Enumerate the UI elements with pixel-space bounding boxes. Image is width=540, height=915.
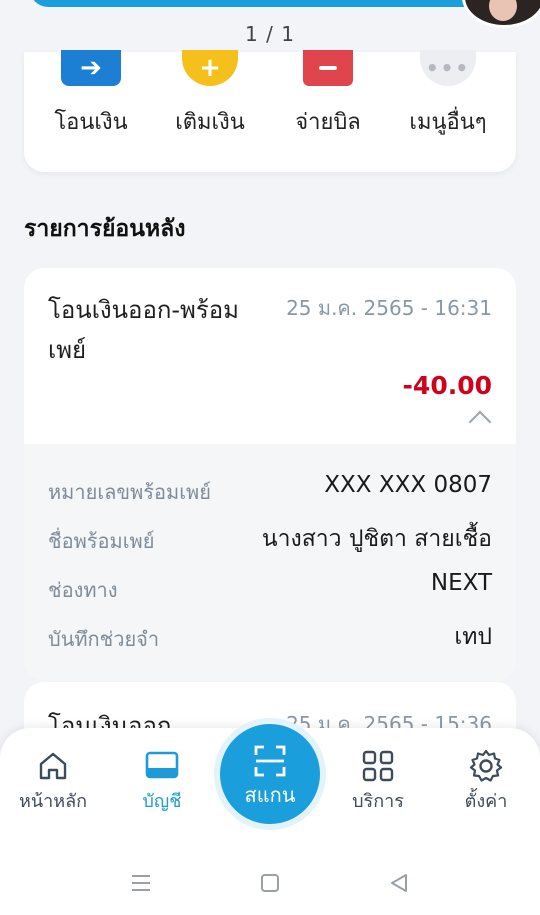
card-pager: 1 / 1 <box>245 22 295 46</box>
nav-item-home[interactable]: หน้าหลัก <box>8 728 98 828</box>
gear-icon <box>469 749 503 782</box>
detail-value: XXX XXX 0807 <box>324 472 492 498</box>
bottom-nav: หน้าหลัก บัญชี สแกน บริการ ตั้งค่า <box>0 718 540 838</box>
transaction-amount: -40.00 <box>402 371 492 400</box>
detail-value: นางสาว ปูชิตา สายเชื้อ <box>261 526 492 552</box>
history-section-title: รายการย้อนหลัง <box>24 216 186 242</box>
nav-label: ตั้งค่า <box>464 791 508 812</box>
detail-label: ช่องทาง <box>48 578 118 602</box>
nav-label: บัญชี <box>142 791 182 812</box>
detail-value: NEXT <box>430 570 492 596</box>
account-icon <box>145 751 179 779</box>
services-grid-icon <box>362 750 394 782</box>
quick-action-label: เมนูอื่นๆ <box>409 110 487 135</box>
quick-action-bill[interactable]: จ่ายบิล <box>273 50 383 172</box>
detail-value: เทป <box>454 624 492 650</box>
quick-action-label: เติมเงิน <box>175 110 245 135</box>
nav-label: บริการ <box>352 791 404 812</box>
quick-action-transfer[interactable]: ➔ โอนเงิน <box>36 50 146 172</box>
detail-label: ชื่อพร้อมเพย์ <box>48 529 155 553</box>
back-icon[interactable] <box>379 868 419 898</box>
recent-apps-icon[interactable] <box>121 868 161 898</box>
topup-plus-icon: + <box>182 50 238 86</box>
home-icon <box>39 752 67 780</box>
detail-row-channel: ช่องทาง NEXT <box>24 566 516 606</box>
nav-item-services[interactable]: บริการ <box>333 728 423 828</box>
detail-row-memo: บันทึกช่วยจำ เทป <box>24 615 516 655</box>
nav-item-account[interactable]: บัญชี <box>117 728 207 828</box>
detail-label: บันทึกช่วยจำ <box>48 627 160 651</box>
more-dots-icon: ••• <box>420 50 476 86</box>
quick-action-label: จ่ายบิล <box>295 110 361 135</box>
system-nav-bar <box>0 838 540 915</box>
quick-action-more[interactable]: ••• เมนูอื่นๆ <box>393 50 503 172</box>
quick-action-topup[interactable]: + เติมเงิน <box>155 50 265 172</box>
quick-actions-card: ➔ โอนเงิน + เติมเงิน จ่ายบิล ••• เมนูอื่… <box>24 50 516 172</box>
detail-label: หมายเลขพร้อมเพย์ <box>48 480 211 504</box>
detail-row-promptpay-name: ชื่อพร้อมเพย์ นางสาว ปูชิตา สายเชื้อ <box>24 517 516 557</box>
detail-row-promptpay-number: หมายเลขพร้อมเพย์ XXX XXX 0807 <box>24 468 516 508</box>
home-square-icon[interactable] <box>250 868 290 898</box>
nav-label: หน้าหลัก <box>18 791 88 812</box>
transaction-title: โอนเงินออก-พร้อมเพย์ <box>48 296 240 364</box>
scan-button[interactable]: สแกน <box>214 718 326 830</box>
transaction-date: 25 ม.ค. 2565 - 16:31 <box>286 296 492 320</box>
quick-action-label: โอนเงิน <box>54 110 128 135</box>
bill-icon <box>303 50 353 86</box>
transaction-details: หมายเลขพร้อมเพย์ XXX XXX 0807 ชื่อพร้อมเ… <box>24 444 516 680</box>
scan-label: สแกน <box>244 783 296 807</box>
scan-icon <box>254 745 286 777</box>
chevron-up-icon[interactable] <box>468 410 492 434</box>
transfer-arrow-icon: ➔ <box>61 50 121 86</box>
account-card-top[interactable] <box>30 0 490 7</box>
transaction-card-expanded[interactable]: โอนเงินออก-พร้อมเพย์ 25 ม.ค. 2565 - 16:3… <box>24 268 516 680</box>
nav-item-settings[interactable]: ตั้งค่า <box>441 728 531 828</box>
